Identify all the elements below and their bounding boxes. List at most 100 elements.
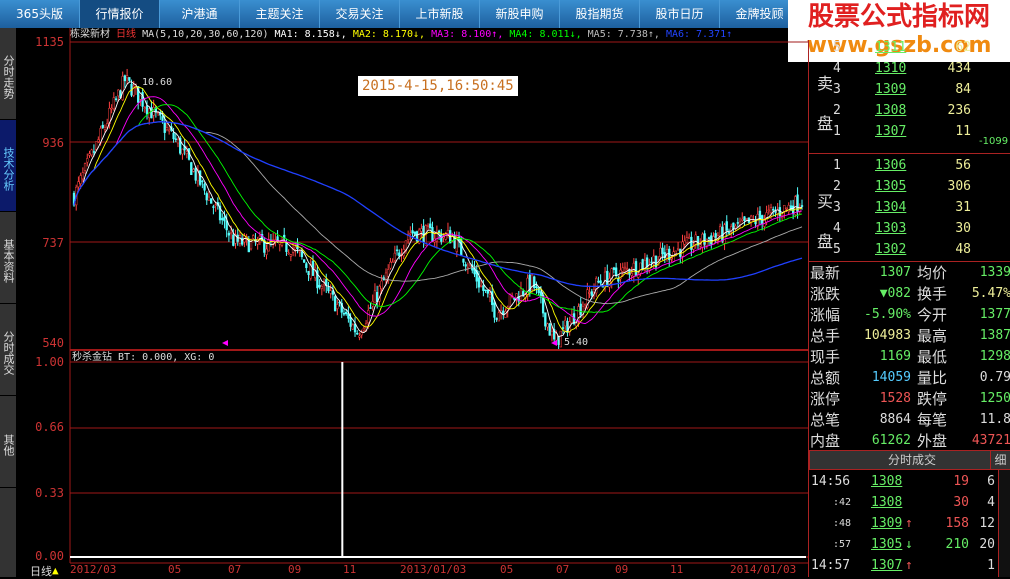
candle — [358, 335, 361, 338]
stat-label: 外盘 — [917, 432, 948, 450]
candle — [623, 266, 627, 269]
candle — [614, 267, 618, 276]
candle — [112, 97, 115, 110]
candle — [369, 307, 372, 309]
indicator-values: BT: 0.000, XG: 0 — [118, 352, 215, 363]
volume: 11 — [955, 124, 971, 139]
candle — [522, 291, 525, 295]
level: 1 — [833, 124, 841, 139]
price: 1309 — [875, 82, 907, 97]
tick-time: 14:56 — [811, 474, 851, 489]
candle — [687, 236, 691, 239]
date-tick: 2014/01/03 — [730, 563, 797, 576]
triangle-up-icon[interactable]: ▲ — [52, 564, 59, 577]
level: 2 — [833, 103, 841, 118]
ma5-value: MA5: 7.738↑, — [587, 29, 660, 40]
ma-params: MA(5,10,20,30,60,120) — [142, 29, 269, 40]
candle — [174, 138, 177, 140]
candle — [103, 126, 107, 130]
stat-value: 1339 — [979, 265, 1010, 280]
volume: 84 — [955, 82, 971, 97]
candle — [725, 221, 728, 231]
price: 1307 — [875, 124, 907, 139]
candle — [110, 107, 113, 110]
candle — [721, 226, 724, 242]
stat-label: 跌停 — [917, 390, 948, 408]
price: 1302 — [875, 242, 907, 257]
candle — [300, 251, 304, 258]
date-tick: 2013/01/03 — [400, 563, 467, 576]
buy-row: 5 1302 48 — [809, 240, 1010, 260]
stat-value: -5.90% — [864, 307, 911, 322]
candle — [564, 319, 567, 327]
order-diff: -1099 — [979, 136, 1009, 147]
price: 1311 — [875, 40, 907, 55]
sell-row: 4 1310 434 — [809, 59, 1010, 79]
buy-row: 2 1305 306 — [809, 177, 1010, 197]
ticks-title: 分时成交 — [888, 453, 937, 467]
candle — [557, 335, 560, 345]
price-tick: 540 — [42, 336, 64, 350]
stock-name: 栋梁新材 — [70, 29, 110, 40]
candle — [238, 235, 242, 244]
sell-label: 盘 — [817, 114, 834, 133]
price: 1306 — [875, 158, 907, 173]
sell-row: 5 1311 62 — [809, 38, 1010, 58]
tick-volume: 30 — [953, 495, 969, 510]
tick-price: 1309 — [871, 516, 903, 531]
candle — [705, 239, 709, 247]
candle — [497, 312, 501, 322]
stat-row: 涨停 1528 跌停 1250 — [809, 389, 1010, 409]
candle — [592, 289, 596, 293]
candle — [198, 170, 202, 185]
arrow-icon: ↑ — [905, 558, 913, 573]
ma1-value: MA1: 8.158↓, — [274, 29, 347, 40]
candle — [280, 237, 284, 246]
candle — [639, 262, 642, 274]
candle — [81, 172, 85, 180]
tick-price: 1305 — [871, 537, 903, 552]
stat-label: 内盘 — [810, 432, 841, 450]
stat-label: 最新 — [810, 264, 841, 282]
candle — [391, 261, 394, 263]
stat-value: 8864 — [879, 412, 911, 427]
stat-value: 14059 — [871, 370, 911, 385]
candle — [210, 198, 213, 204]
tick-volume: 210 — [945, 537, 969, 552]
volume: 306 — [947, 179, 971, 194]
level: 3 — [833, 82, 841, 97]
candle — [128, 77, 131, 81]
volume: 62 — [955, 40, 971, 55]
candle — [267, 239, 270, 252]
candle — [362, 327, 366, 331]
candle — [156, 112, 160, 114]
stat-row: 现手 1169 最低 1298 — [809, 347, 1010, 367]
candle — [223, 216, 226, 222]
marker-icon — [222, 340, 228, 346]
candle — [333, 296, 337, 312]
detail-button[interactable]: 细 — [990, 451, 1010, 469]
candle — [603, 271, 607, 286]
stat-value: 1387 — [979, 328, 1010, 343]
candle — [413, 231, 416, 235]
watermark-text: 股票公式指标网 — [807, 2, 990, 32]
candle — [201, 180, 204, 183]
candle — [431, 227, 434, 242]
candle — [727, 232, 731, 234]
tick-volume: 158 — [945, 516, 969, 531]
indicator-tick: 0.33 — [35, 486, 64, 500]
date-tick: 09 — [288, 563, 302, 576]
candle — [207, 196, 211, 201]
candle — [429, 223, 432, 229]
candle — [606, 270, 609, 287]
candle — [143, 107, 146, 109]
tick-count: 4 — [987, 495, 995, 510]
price: 1303 — [875, 221, 907, 236]
scrollbar[interactable] — [998, 470, 1010, 577]
candle — [634, 261, 638, 276]
candle — [393, 252, 397, 261]
volume: 31 — [955, 200, 971, 215]
candle — [161, 116, 164, 121]
candle — [185, 151, 189, 154]
candle — [767, 209, 770, 212]
